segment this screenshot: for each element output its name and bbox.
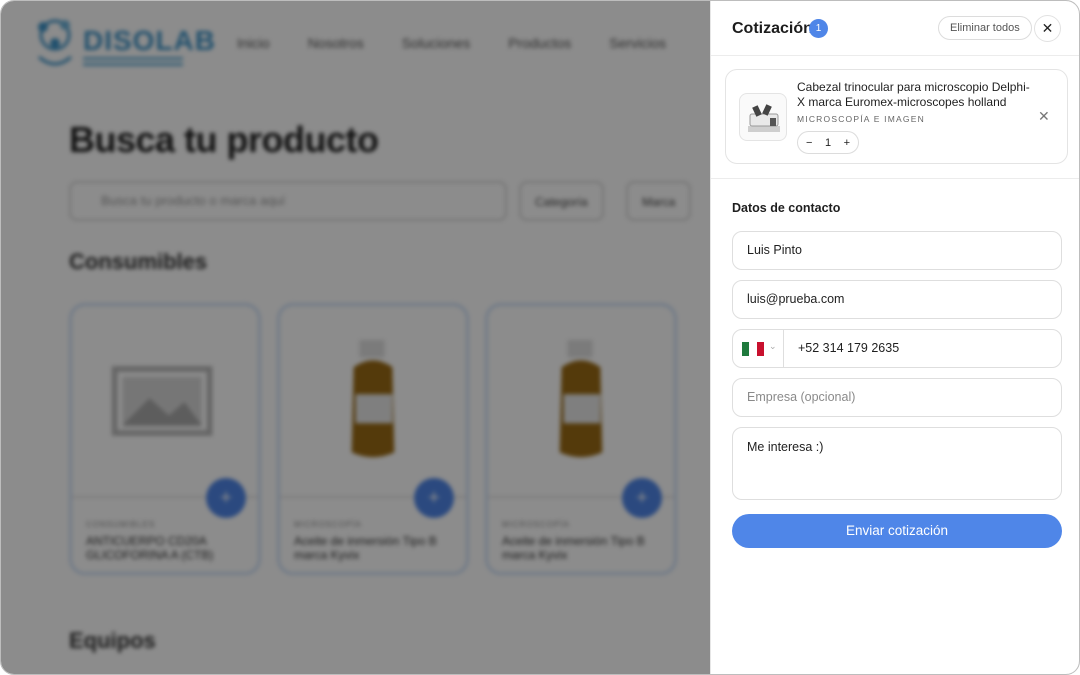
- drawer-header: Cotización 1 Eliminar todos ✕: [711, 1, 1079, 56]
- company-field[interactable]: Empresa (opcional): [732, 378, 1062, 417]
- name-field[interactable]: Luis Pinto: [732, 231, 1062, 270]
- clear-all-button[interactable]: Eliminar todos: [938, 16, 1032, 40]
- quote-drawer: Cotización 1 Eliminar todos ✕ Cabezal tr…: [710, 1, 1079, 674]
- increase-quantity-button[interactable]: +: [844, 137, 850, 149]
- product-thumbnail: [739, 93, 787, 141]
- close-icon[interactable]: ✕: [1034, 15, 1061, 42]
- mexico-flag-icon: [742, 342, 764, 356]
- phone-field-group: ⌄ +52 314 179 2635: [732, 329, 1062, 368]
- decrease-quantity-button[interactable]: −: [806, 137, 812, 149]
- item-count-badge: 1: [809, 19, 828, 38]
- microscope-image: [748, 104, 780, 132]
- item-category: MICROSCOPÍA E IMAGEN: [797, 114, 925, 124]
- chevron-down-icon: ⌄: [769, 341, 777, 351]
- submit-quote-button[interactable]: Enviar cotización: [732, 514, 1062, 548]
- quantity-stepper: − 1 +: [797, 131, 859, 154]
- contact-section-title: Datos de contacto: [732, 201, 841, 215]
- country-code-select[interactable]: ⌄: [733, 330, 784, 367]
- message-textarea[interactable]: Me interesa :): [732, 427, 1062, 500]
- app-frame: DISOLAB Inicio Nosotros Soluciones Produ…: [0, 0, 1080, 675]
- drawer-title: Cotización: [732, 20, 813, 37]
- remove-item-icon[interactable]: ✕: [1038, 108, 1050, 125]
- email-field[interactable]: luis@prueba.com: [732, 280, 1062, 319]
- drawer-divider: [711, 178, 1079, 179]
- quantity-value: 1: [824, 136, 832, 149]
- phone-field[interactable]: +52 314 179 2635: [798, 330, 899, 367]
- item-name: Cabezal trinocular para microscopio Delp…: [797, 80, 1030, 109]
- quote-item: Cabezal trinocular para microscopio Delp…: [725, 69, 1068, 164]
